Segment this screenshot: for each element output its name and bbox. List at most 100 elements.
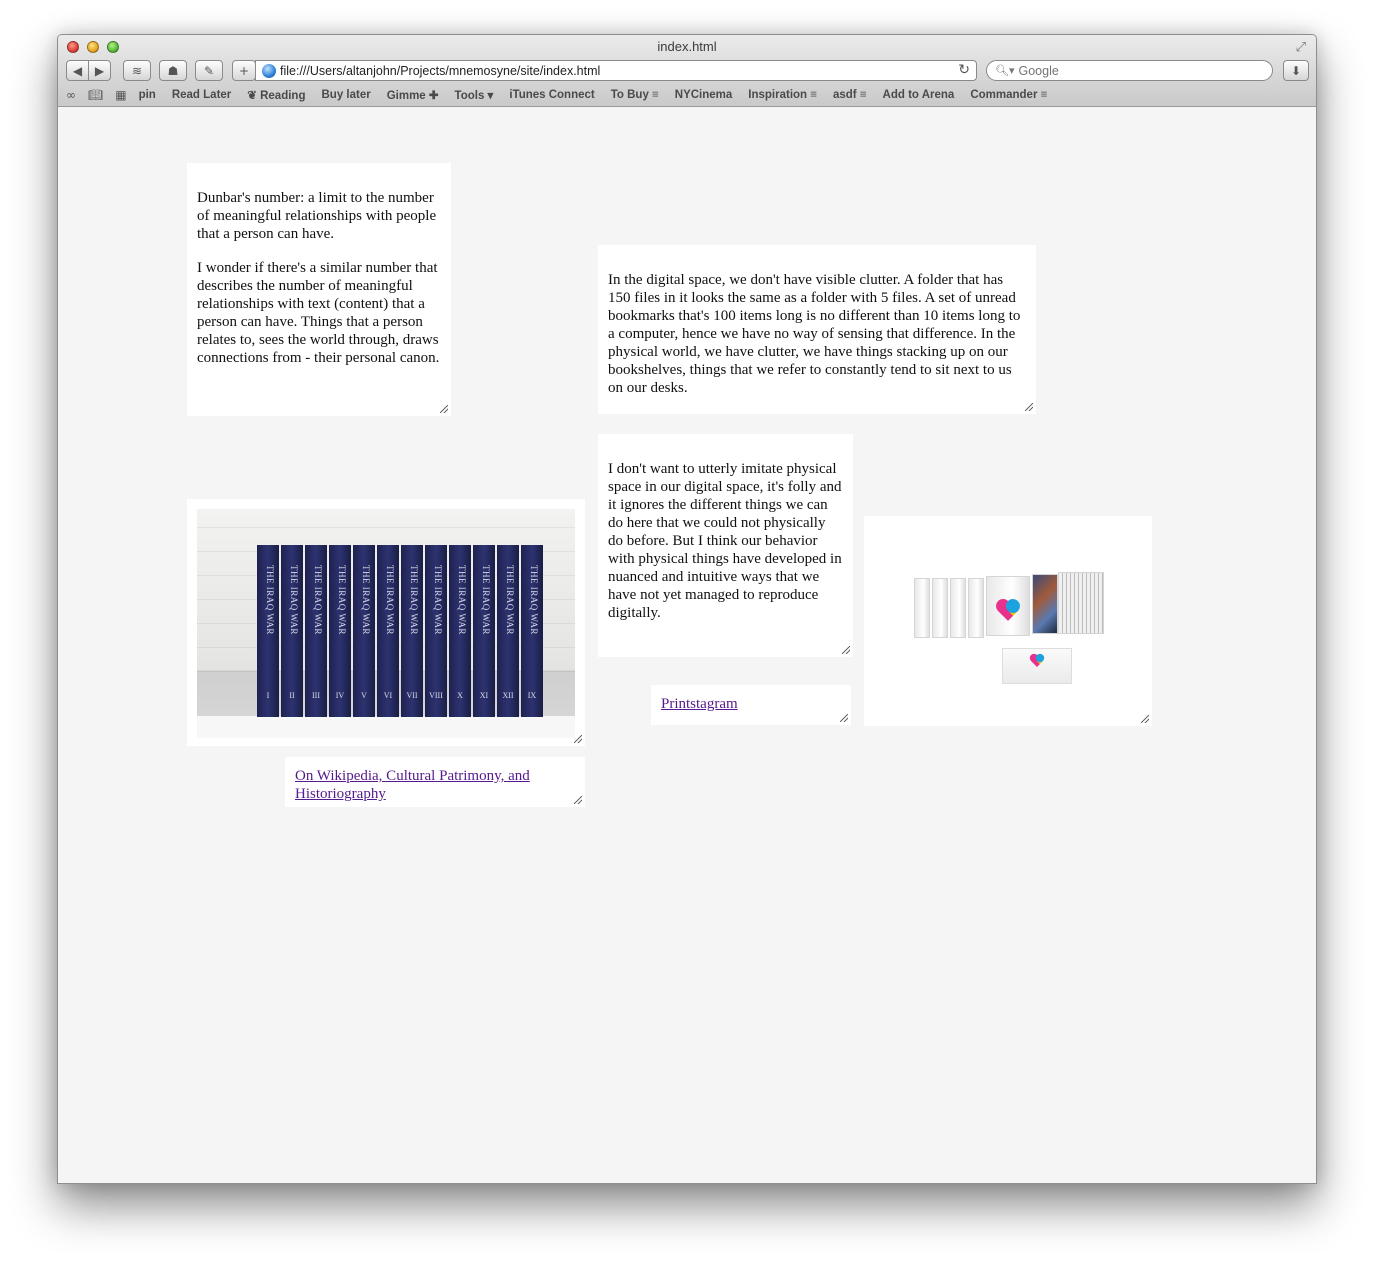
resize-handle-icon[interactable] (574, 796, 582, 804)
printstagram-link[interactable]: Printstagram (661, 696, 738, 712)
image-card-printstagram[interactable] (864, 516, 1152, 726)
bookmark-item[interactable]: Read Later (172, 89, 231, 101)
spine-volume-number: XII (502, 691, 514, 700)
shelf (197, 716, 575, 738)
book-spine: THE IRAQ WAR IX (521, 545, 543, 717)
page-content: Dunbar's number: a limit to the number o… (58, 108, 1316, 1183)
search-field[interactable]: 🔍︎▾ (986, 60, 1273, 81)
note-paragraph: I don't want to utterly imitate physical… (608, 461, 842, 621)
link-card-wikipedia[interactable]: On Wikipedia, Cultural Patrimony, and Hi… (285, 757, 585, 807)
spine-title: THE IRAQ WAR (529, 565, 539, 635)
reload-icon[interactable]: ↻ (958, 62, 970, 78)
spine-volume-number: IX (527, 691, 537, 700)
book-spine: THE IRAQ WAR VI (377, 545, 399, 717)
spine-title: THE IRAQ WAR (433, 565, 443, 635)
book-spine: THE IRAQ WAR II (281, 545, 303, 717)
bookmark-folder[interactable]: Tools ▾ (455, 88, 494, 102)
layers-icon: ≋ (131, 63, 143, 78)
folder-menu-icon: ≡ (807, 88, 817, 101)
book-spine: THE IRAQ WAR VIII (425, 545, 447, 717)
top-sites-grid-icon[interactable]: ▦ (115, 88, 126, 102)
ghostery-button[interactable]: ☗ (159, 60, 187, 81)
photo-box (968, 578, 984, 638)
note-card-dunbar[interactable]: Dunbar's number: a limit to the number o… (187, 163, 451, 416)
plus-icon: ✚ (425, 89, 439, 102)
search-input[interactable] (1018, 63, 1249, 78)
note-paragraph: Dunbar's number: a limit to the number o… (197, 190, 437, 242)
bookmark-folder[interactable]: Inspiration ≡ (748, 89, 817, 101)
photo-box (1032, 574, 1058, 634)
folder-menu-icon: ≡ (1037, 88, 1048, 101)
wrench-icon: ✎ (203, 63, 215, 78)
book-spine: THE IRAQ WAR XI (473, 545, 495, 717)
spine-title: THE IRAQ WAR (505, 565, 515, 635)
book-spine: THE IRAQ WAR XII (497, 545, 519, 717)
spine-title: THE IRAQ WAR (337, 565, 347, 635)
bookmark-folder[interactable]: asdf ≡ (833, 89, 867, 101)
downloads-button[interactable]: ⬇ (1283, 60, 1309, 81)
back-icon: ◀ (72, 63, 83, 78)
photo-box (950, 578, 966, 638)
wall-line (197, 527, 575, 528)
bookmarks-book-icon[interactable]: 📖︎ (88, 88, 103, 102)
bookmark-item[interactable]: Gimme ✚ (387, 88, 439, 102)
book-spines: THE IRAQ WAR I THE IRAQ WAR II THE IRAQ WAR I… (257, 545, 545, 717)
bookmark-label: Commander (970, 88, 1038, 101)
bookmark-item[interactable]: Buy later (321, 89, 370, 101)
note-card-imitate[interactable]: I don't want to utterly imitate physical… (598, 434, 853, 657)
resize-handle-icon[interactable] (840, 714, 848, 722)
bookmark-item[interactable]: ❦ Reading (247, 88, 305, 102)
book-spine: THE IRAQ WAR VII (401, 545, 423, 717)
spine-volume-number: VII (406, 691, 418, 700)
image-card-books[interactable]: THE IRAQ WAR I THE IRAQ WAR II THE IRAQ WAR I… (187, 499, 585, 746)
book-spine: THE IRAQ WAR I (257, 545, 279, 717)
spine-volume-number: VI (383, 691, 393, 700)
resize-handle-icon[interactable] (1141, 715, 1149, 723)
link-card-printstagram[interactable]: Printstagram (651, 685, 851, 725)
back-button[interactable]: ◀ (66, 60, 89, 81)
bookmark-folder[interactable]: Commander ≡ (970, 89, 1047, 101)
spine-volume-number: III (312, 691, 320, 700)
globe-icon (262, 63, 276, 78)
browser-window: index.html ⤢ ◀ ▶ ≋ ☗ ✎ + file:///Users/a… (57, 34, 1317, 1184)
folder-menu-icon: ≡ (856, 88, 867, 101)
wikipedia-article-link[interactable]: On Wikipedia, Cultural Patrimony, and Hi… (295, 768, 530, 802)
photo-box (932, 578, 948, 638)
bookmarks-bar: ∞ 📖︎ ▦ pin Read Later ❦ Reading Buy late… (66, 86, 1063, 103)
spine-title: THE IRAQ WAR (457, 565, 467, 635)
resize-handle-icon[interactable] (842, 646, 850, 654)
spine-title: THE IRAQ WAR (481, 565, 491, 635)
add-bookmark-button[interactable]: + (232, 60, 256, 81)
spine-title: THE IRAQ WAR (289, 565, 299, 635)
reading-icon: ❦ (247, 89, 261, 102)
spine-title: THE IRAQ WAR (409, 565, 419, 635)
bookmark-item[interactable]: Add to Arena (883, 89, 955, 101)
resize-handle-icon[interactable] (440, 405, 448, 413)
tools-button[interactable]: ✎ (195, 60, 223, 81)
layers-button[interactable]: ≋ (123, 60, 151, 81)
bookmark-item[interactable]: iTunes Connect (509, 89, 594, 101)
plus-icon: + (238, 63, 250, 78)
browser-toolbar: index.html ⤢ ◀ ▶ ≋ ☗ ✎ + file:///Users/a… (58, 35, 1316, 107)
photo-box (914, 578, 930, 638)
resize-handle-icon[interactable] (574, 735, 582, 743)
iraq-war-books-photo: THE IRAQ WAR I THE IRAQ WAR II THE IRAQ WAR I… (197, 509, 575, 738)
bookmark-item[interactable]: NYCinema (675, 89, 733, 101)
reading-list-icon[interactable]: ∞ (66, 88, 76, 102)
forward-icon: ▶ (94, 63, 105, 78)
spine-title: THE IRAQ WAR (361, 565, 371, 635)
bookmark-label: Tools (454, 89, 485, 102)
spine-volume-number: II (289, 691, 295, 700)
note-card-digital-space[interactable]: In the digital space, we don't have visi… (598, 245, 1036, 414)
search-icon: 🔍︎▾ (995, 64, 1015, 77)
bookmark-item[interactable]: pin (139, 89, 156, 101)
spine-volume-number: IV (335, 691, 345, 700)
forward-button[interactable]: ▶ (88, 60, 111, 81)
spine-title: THE IRAQ WAR (385, 565, 395, 635)
dropdown-arrow-icon: ▾ (484, 89, 494, 102)
fullscreen-icon[interactable]: ⤢ (1296, 39, 1306, 55)
address-bar[interactable]: file:///Users/altanjohn/Projects/mnemosy… (255, 60, 977, 81)
bookmark-folder[interactable]: To Buy ≡ (611, 89, 659, 101)
resize-handle-icon[interactable] (1025, 403, 1033, 411)
url-text[interactable]: file:///Users/altanjohn/Projects/mnemosy… (280, 64, 600, 78)
